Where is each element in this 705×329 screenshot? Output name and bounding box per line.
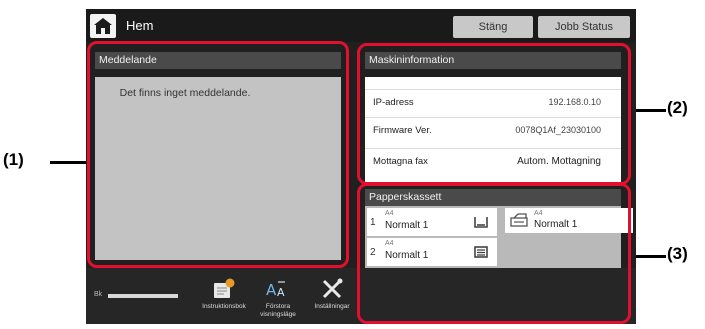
callout-2-line	[636, 109, 666, 112]
callout-2: (2)	[667, 98, 688, 117]
callout-3-line	[636, 255, 666, 258]
manual-icon	[214, 278, 235, 298]
top-bar: Hem Stäng Jobb Status	[86, 9, 636, 42]
toner-label: Bk	[94, 291, 103, 298]
job-status-button[interactable]: Jobb Status	[538, 16, 630, 38]
settings-tools-icon	[322, 278, 343, 299]
highlight-frame-3	[357, 183, 631, 324]
toner-level-bar	[108, 294, 178, 298]
page-title: Hem	[126, 18, 154, 33]
enlarge-font-icon: A A	[266, 281, 285, 299]
svg-text:A: A	[266, 281, 277, 299]
dock-label: Förstora visningsläge	[260, 303, 296, 318]
highlight-frame-2	[357, 43, 631, 185]
callout-1: (1)	[3, 150, 24, 169]
dock-label: Inställningar	[314, 303, 350, 310]
enlarge-display-button[interactable]: A A Förstora visningsläge	[254, 278, 302, 319]
highlight-frame-1	[87, 41, 349, 268]
home-button[interactable]	[90, 14, 116, 38]
dock-label: Instruktionsbok	[202, 303, 246, 310]
close-button[interactable]: Stäng	[453, 16, 533, 38]
callout-1-line	[50, 161, 86, 164]
svg-text:A: A	[277, 286, 285, 299]
device-screen: Hem Stäng Jobb Status Meddelande Det fin…	[86, 9, 636, 324]
callout-3: (3)	[667, 244, 688, 263]
manual-button[interactable]: Instruktionsbok	[200, 278, 248, 311]
settings-button[interactable]: Inställningar	[308, 278, 356, 311]
home-icon	[94, 18, 112, 34]
